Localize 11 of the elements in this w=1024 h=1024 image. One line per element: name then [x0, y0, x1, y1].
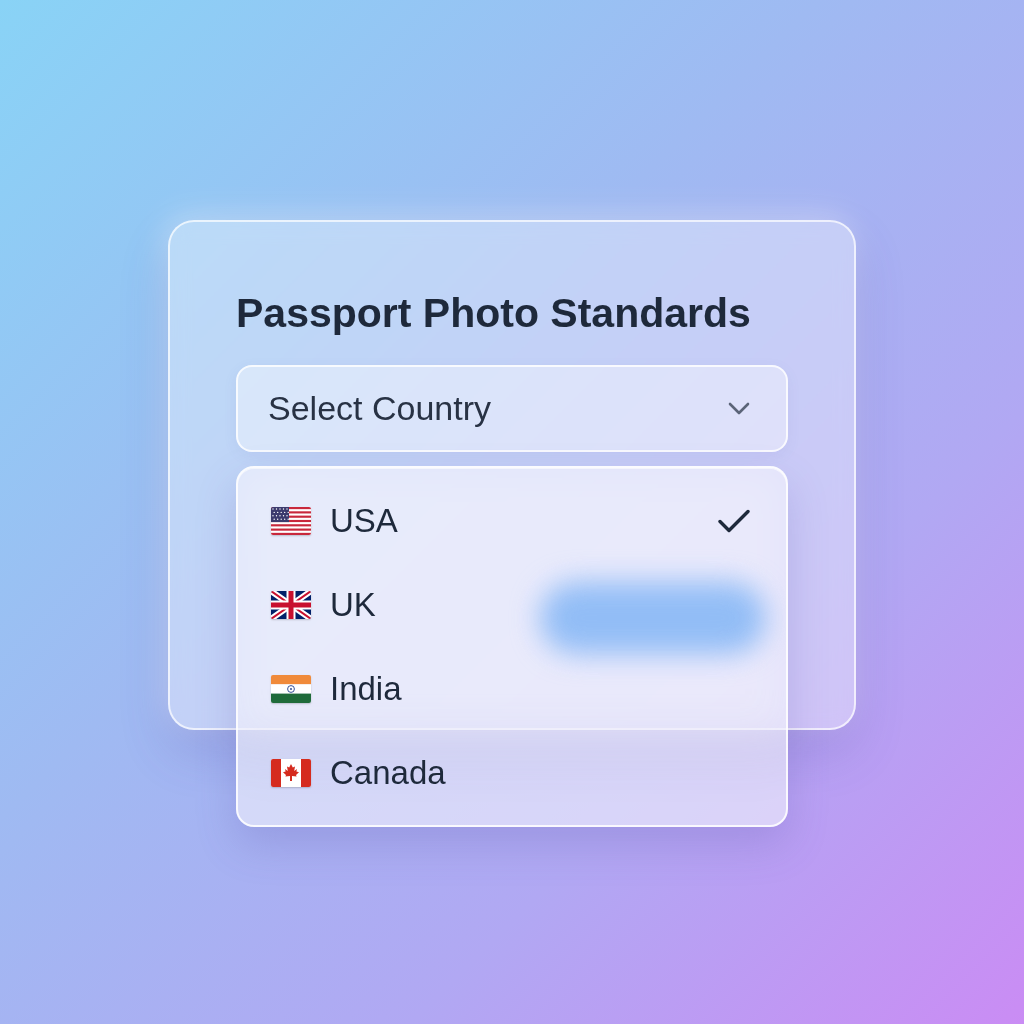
- country-option[interactable]: USA: [238, 479, 786, 563]
- canada-flag-icon: [271, 759, 311, 787]
- country-option[interactable]: UK: [238, 563, 786, 647]
- us-flag-icon: [271, 507, 311, 535]
- india-flag-icon: [271, 675, 311, 703]
- country-select[interactable]: Select Country: [236, 365, 788, 452]
- chevron-down-icon: [728, 402, 750, 415]
- country-option[interactable]: Canada: [238, 731, 786, 815]
- uk-flag-icon: [271, 591, 311, 619]
- country-option[interactable]: India: [238, 647, 786, 731]
- card-title: Passport Photo Standards: [236, 289, 751, 337]
